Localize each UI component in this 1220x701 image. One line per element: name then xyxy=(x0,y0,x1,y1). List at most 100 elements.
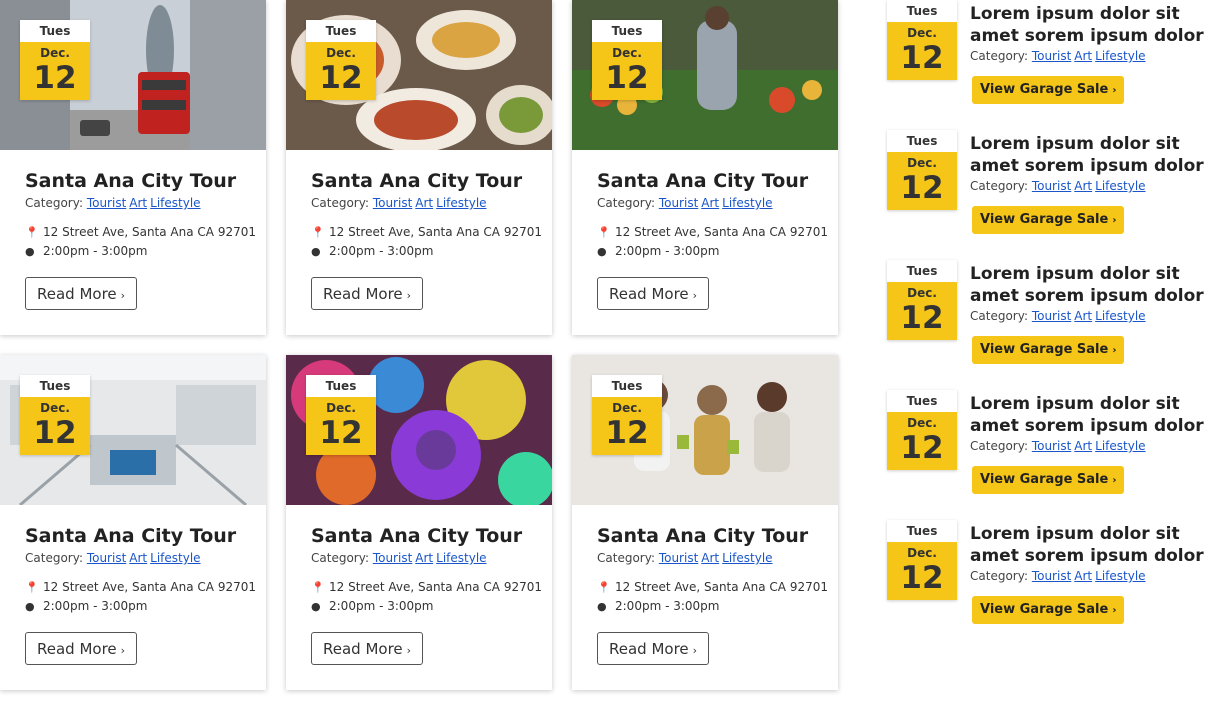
address-text: 12 Street Ave, Santa Ana CA 92701 xyxy=(615,580,828,594)
tag-link-lifestyle[interactable]: Lifestyle xyxy=(436,551,486,565)
tag-link-tourist[interactable]: Tourist xyxy=(87,196,126,210)
event-title[interactable]: Santa Ana City Tour xyxy=(597,525,808,547)
view-garage-sale-button[interactable]: View Garage Sale › xyxy=(972,206,1125,234)
date-weekday: Tues xyxy=(887,0,957,22)
date-weekday: Tues xyxy=(887,390,957,412)
tag-link-lifestyle[interactable]: Lifestyle xyxy=(150,551,200,565)
date-weekday: Tues xyxy=(306,375,376,397)
time-text: 2:00pm - 3:00pm xyxy=(615,244,720,258)
garage-sale-item: Tues Dec. 12 Lorem ipsum dolor sit amet … xyxy=(887,0,1217,120)
tag-link-lifestyle[interactable]: Lifestyle xyxy=(436,196,486,210)
event-card[interactable]: Tues Dec. 12 Santa Ana City Tour Categor… xyxy=(0,355,266,690)
event-category: Category: Tourist Art Lifestyle xyxy=(25,196,204,210)
tag-link-lifestyle[interactable]: Lifestyle xyxy=(722,551,772,565)
tag-link-lifestyle[interactable]: Lifestyle xyxy=(1095,49,1145,63)
sale-title[interactable]: Lorem ipsum dolor sit amet sorem ipsum d… xyxy=(970,523,1215,567)
view-garage-sale-button[interactable]: View Garage Sale › xyxy=(972,76,1125,104)
tag-link-art[interactable]: Art xyxy=(701,196,719,210)
tag-link-tourist[interactable]: Tourist xyxy=(1032,309,1071,323)
sale-category: Category: Tourist Art Lifestyle xyxy=(970,569,1149,583)
event-card[interactable]: Tues Dec. 12 Santa Ana City Tour Categor… xyxy=(572,355,838,690)
event-title[interactable]: Santa Ana City Tour xyxy=(25,170,236,192)
read-more-button[interactable]: Read More › xyxy=(25,632,138,665)
sale-title[interactable]: Lorem ipsum dolor sit amet sorem ipsum d… xyxy=(970,393,1215,437)
tag-link-tourist[interactable]: Tourist xyxy=(373,196,412,210)
tag-link-lifestyle[interactable]: Lifestyle xyxy=(1095,569,1145,583)
view-sale-label: View Garage Sale xyxy=(980,472,1109,487)
tag-link-art[interactable]: Art xyxy=(129,196,147,210)
tag-link-art[interactable]: Art xyxy=(129,551,147,565)
date-month: Dec. xyxy=(907,26,937,40)
event-category: Category: Tourist Art Lifestyle xyxy=(597,551,776,565)
tag-link-tourist[interactable]: Tourist xyxy=(1032,179,1071,193)
map-pin-icon: 📍 xyxy=(25,226,39,239)
tag-link-lifestyle[interactable]: Lifestyle xyxy=(722,196,772,210)
view-garage-sale-button[interactable]: View Garage Sale › xyxy=(972,466,1125,494)
view-garage-sale-button[interactable]: View Garage Sale › xyxy=(972,596,1125,624)
event-card[interactable]: Tues Dec. 12 Santa Ana City Tour Categor… xyxy=(572,0,838,335)
clock-icon: ● xyxy=(311,600,321,613)
event-title[interactable]: Santa Ana City Tour xyxy=(25,525,236,547)
tag-link-tourist[interactable]: Tourist xyxy=(87,551,126,565)
event-card[interactable]: Tues Dec. 12 Santa Ana City Tour Categor… xyxy=(286,0,552,335)
sale-date-badge: Tues Dec. 12 xyxy=(887,520,957,600)
tag-link-tourist[interactable]: Tourist xyxy=(659,196,698,210)
tag-link-art[interactable]: Art xyxy=(1074,179,1092,193)
event-time: ● 2:00pm - 3:00pm xyxy=(597,244,719,258)
tag-link-tourist[interactable]: Tourist xyxy=(1032,569,1071,583)
tag-link-lifestyle[interactable]: Lifestyle xyxy=(1095,439,1145,453)
event-title[interactable]: Santa Ana City Tour xyxy=(597,170,808,192)
tag-link-art[interactable]: Art xyxy=(415,551,433,565)
tag-link-art[interactable]: Art xyxy=(1074,569,1092,583)
tag-link-art[interactable]: Art xyxy=(701,551,719,565)
event-address: 📍 12 Street Ave, Santa Ana CA 92701 xyxy=(311,580,542,594)
tag-link-art[interactable]: Art xyxy=(1074,309,1092,323)
read-more-button[interactable]: Read More › xyxy=(25,277,138,310)
clock-icon: ● xyxy=(311,245,321,258)
event-card[interactable]: Tues Dec. 12 Santa Ana City Tour Categor… xyxy=(0,0,266,335)
sale-title[interactable]: Lorem ipsum dolor sit amet sorem ipsum d… xyxy=(970,263,1215,307)
read-more-label: Read More xyxy=(609,285,689,303)
tag-link-tourist[interactable]: Tourist xyxy=(1032,439,1071,453)
tag-link-tourist[interactable]: Tourist xyxy=(659,551,698,565)
date-weekday: Tues xyxy=(592,20,662,42)
event-address: 📍 12 Street Ave, Santa Ana CA 92701 xyxy=(597,580,828,594)
date-day: 12 xyxy=(33,415,77,451)
time-text: 2:00pm - 3:00pm xyxy=(43,244,148,258)
view-sale-label: View Garage Sale xyxy=(980,602,1109,617)
map-pin-icon: 📍 xyxy=(311,226,325,239)
event-card[interactable]: Tues Dec. 12 Santa Ana City Tour Categor… xyxy=(286,355,552,690)
tag-link-tourist[interactable]: Tourist xyxy=(1032,49,1071,63)
date-day: 12 xyxy=(319,60,363,96)
tag-link-lifestyle[interactable]: Lifestyle xyxy=(1095,179,1145,193)
sale-category: Category: Tourist Art Lifestyle xyxy=(970,439,1149,453)
view-garage-sale-button[interactable]: View Garage Sale › xyxy=(972,336,1125,364)
view-sale-label: View Garage Sale xyxy=(980,342,1109,357)
event-time: ● 2:00pm - 3:00pm xyxy=(311,599,433,613)
event-title[interactable]: Santa Ana City Tour xyxy=(311,170,522,192)
read-more-button[interactable]: Read More › xyxy=(311,632,424,665)
clock-icon: ● xyxy=(597,600,607,613)
event-title[interactable]: Santa Ana City Tour xyxy=(311,525,522,547)
tag-link-lifestyle[interactable]: Lifestyle xyxy=(150,196,200,210)
read-more-button[interactable]: Read More › xyxy=(597,632,710,665)
read-more-label: Read More xyxy=(37,640,117,658)
event-time: ● 2:00pm - 3:00pm xyxy=(25,599,147,613)
tag-link-art[interactable]: Art xyxy=(1074,439,1092,453)
read-more-button[interactable]: Read More › xyxy=(311,277,424,310)
date-month: Dec. xyxy=(907,546,937,560)
tag-link-lifestyle[interactable]: Lifestyle xyxy=(1095,309,1145,323)
tag-link-tourist[interactable]: Tourist xyxy=(373,551,412,565)
date-weekday: Tues xyxy=(20,20,90,42)
event-category: Category: Tourist Art Lifestyle xyxy=(311,551,490,565)
sale-title[interactable]: Lorem ipsum dolor sit amet sorem ipsum d… xyxy=(970,133,1215,177)
chevron-right-icon: › xyxy=(1112,345,1117,356)
view-sale-label: View Garage Sale xyxy=(980,82,1109,97)
sale-title[interactable]: Lorem ipsum dolor sit amet sorem ipsum d… xyxy=(970,3,1215,47)
chevron-right-icon: › xyxy=(120,644,126,657)
tag-link-art[interactable]: Art xyxy=(415,196,433,210)
sale-category: Category: Tourist Art Lifestyle xyxy=(970,49,1149,63)
read-more-button[interactable]: Read More › xyxy=(597,277,710,310)
date-day: 12 xyxy=(33,60,77,96)
tag-link-art[interactable]: Art xyxy=(1074,49,1092,63)
